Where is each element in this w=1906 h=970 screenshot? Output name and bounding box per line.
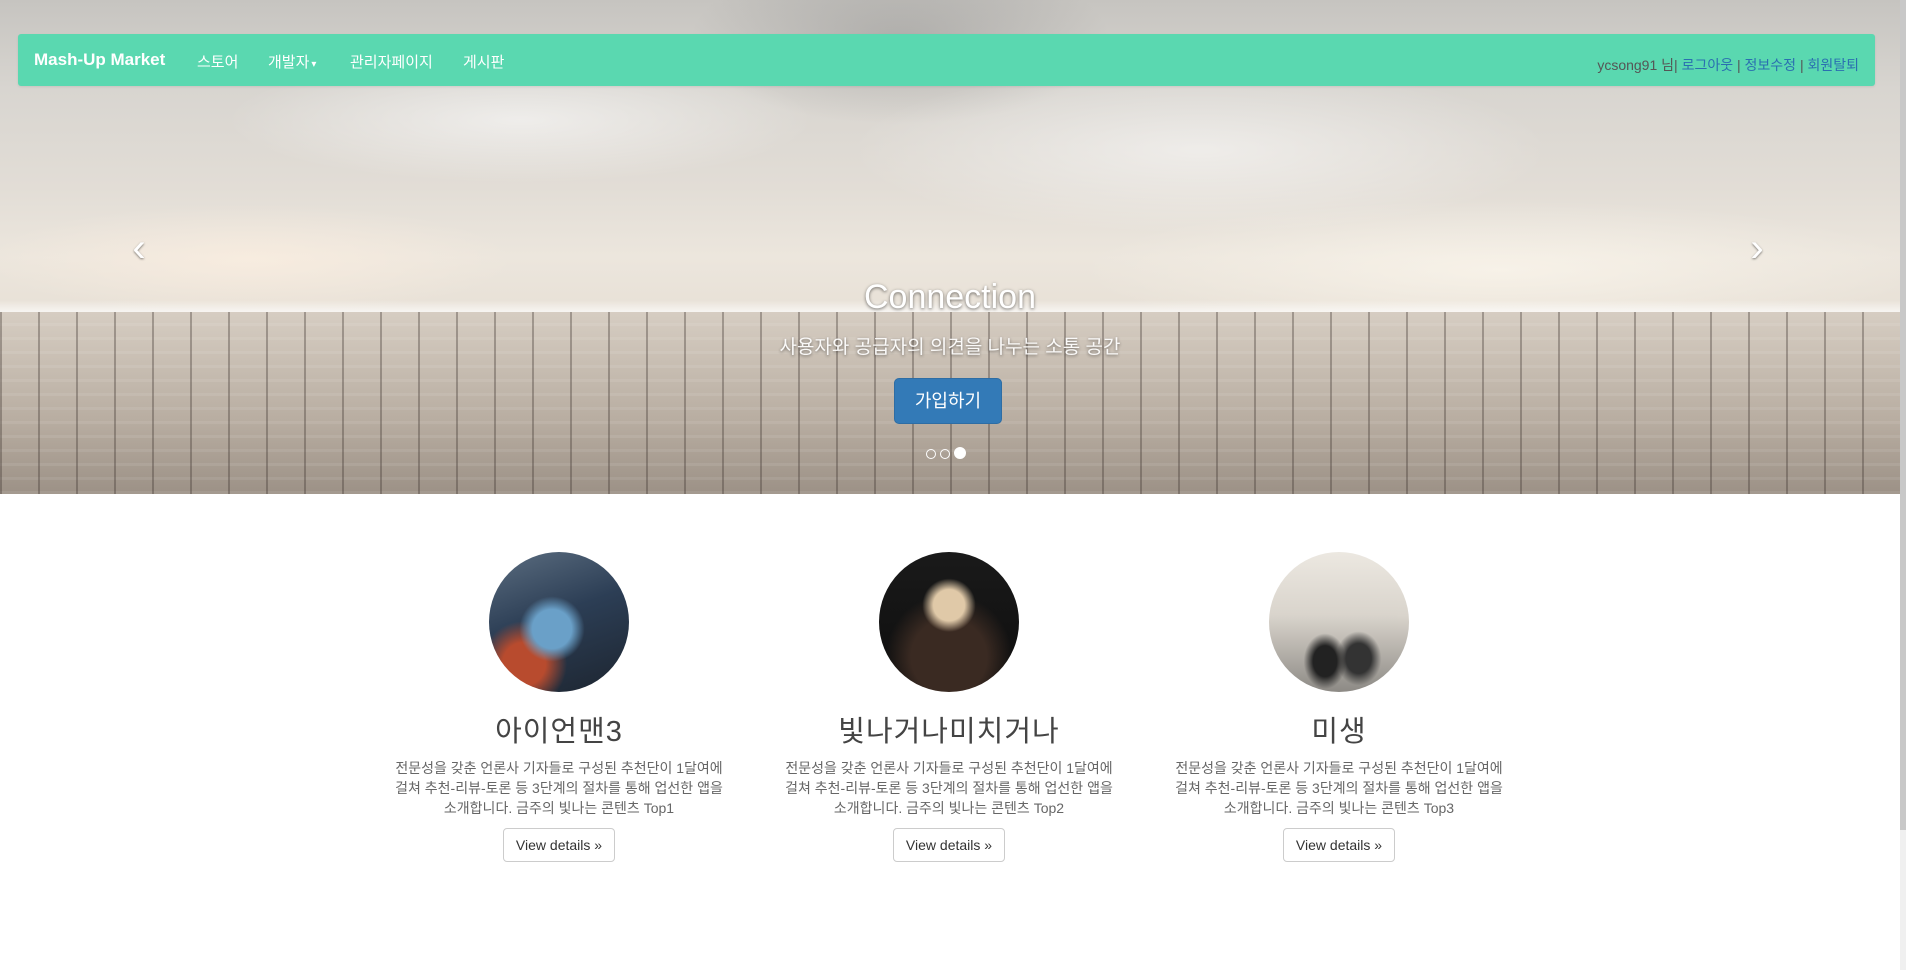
card-description: 전문성을 갖춘 언론사 기자들로 구성된 추천단이 1달여에 걸쳐 추천-리뷰-… bbox=[395, 760, 723, 816]
top-navbar: Mash-Up Market 스토어 개발자 ▾ 관리자페이지 게시판 ycson… bbox=[18, 34, 1875, 86]
signup-button[interactable]: 가입하기 bbox=[894, 378, 1002, 424]
nav-item-board[interactable]: 게시판 bbox=[463, 51, 504, 72]
carousel-subtitle: 사용자와 공급자의 의견을 나누는 소통 공간 bbox=[779, 337, 1121, 358]
card-description: 전문성을 갖춘 언론사 기자들로 구성된 추천단이 1달여에 걸쳐 추천-리뷰-… bbox=[1175, 760, 1503, 816]
user-area: ycsong91 님| 로그아웃 | 정보수정 | 회원탈퇴 bbox=[1597, 55, 1859, 75]
carousel-next-icon[interactable]: › bbox=[1742, 228, 1772, 268]
edit-info-link[interactable]: 정보수정 bbox=[1745, 57, 1797, 73]
divider: | bbox=[1799, 57, 1804, 73]
card-title: 미생 bbox=[1311, 716, 1367, 748]
content-card-1: 아이언맨3 전문성을 갖춘 언론사 기자들로 구성된 추천단이 1달여에 걸쳐 … bbox=[379, 552, 739, 862]
view-details-button[interactable]: View details » bbox=[892, 828, 1006, 862]
carousel-prev-icon[interactable]: ‹ bbox=[124, 228, 154, 268]
chevron-down-icon: ▾ bbox=[311, 59, 317, 70]
nav-item-store[interactable]: 스토어 bbox=[197, 51, 238, 72]
brand-logo[interactable]: Mash-Up Market bbox=[34, 50, 165, 70]
divider: | bbox=[1674, 57, 1678, 73]
withdraw-link[interactable]: 회원탈퇴 bbox=[1807, 57, 1859, 73]
view-details-button[interactable]: View details » bbox=[1282, 828, 1396, 862]
carousel-indicator-3[interactable] bbox=[954, 447, 966, 459]
carousel-indicator-2[interactable] bbox=[940, 449, 950, 459]
divider: | bbox=[1736, 57, 1741, 73]
content-thumbnail-shine-or-go-crazy bbox=[879, 552, 1019, 692]
card-description: 전문성을 갖춘 언론사 기자들로 구성된 추천단이 1달여에 걸쳐 추천-리뷰-… bbox=[785, 760, 1113, 816]
content-card-2: 빛나거나미치거나 전문성을 갖춘 언론사 기자들로 구성된 추천단이 1달여에 … bbox=[769, 552, 1129, 862]
nav-item-developer[interactable]: 개발자 ▾ bbox=[268, 51, 316, 72]
page-scrollbar[interactable] bbox=[1900, 0, 1906, 970]
carousel-title: Connection bbox=[863, 278, 1036, 316]
content-thumbnail-ironman3 bbox=[489, 552, 629, 692]
logout-link[interactable]: 로그아웃 bbox=[1682, 57, 1734, 73]
card-title: 빛나거나미치거나 bbox=[838, 716, 1060, 748]
content-card-3: 미생 전문성을 갖춘 언론사 기자들로 구성된 추천단이 1달여에 걸쳐 추천-… bbox=[1159, 552, 1519, 862]
nav-item-developer-label: 개발자 bbox=[268, 54, 310, 71]
card-title: 아이언맨3 bbox=[495, 716, 623, 748]
view-details-button[interactable]: View details » bbox=[502, 828, 616, 862]
user-greeting: ycsong91 님 bbox=[1597, 57, 1675, 73]
carousel-indicator-1[interactable] bbox=[926, 449, 936, 459]
scrollbar-thumb[interactable] bbox=[1900, 0, 1906, 830]
carousel-indicators bbox=[926, 446, 970, 459]
nav-item-admin[interactable]: 관리자페이지 bbox=[350, 51, 433, 72]
content-thumbnail-misaeng bbox=[1269, 552, 1409, 692]
